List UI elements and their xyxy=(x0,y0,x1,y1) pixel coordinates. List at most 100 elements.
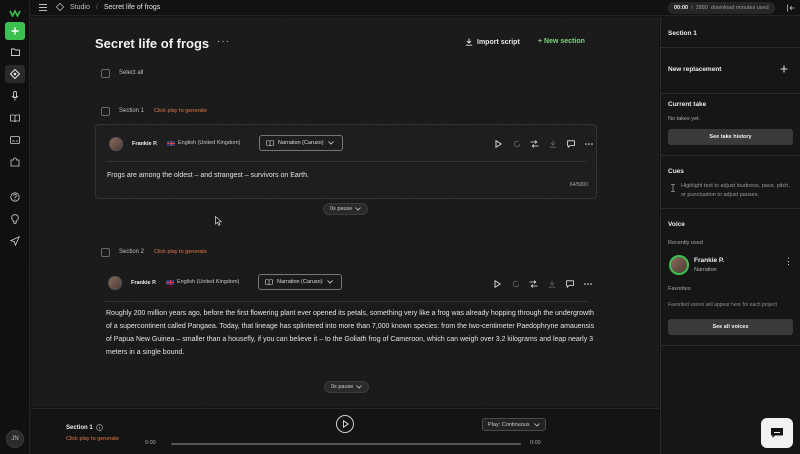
import-script-button[interactable]: Import script xyxy=(465,38,520,46)
import-script-label: Import script xyxy=(477,38,520,46)
download-icon[interactable] xyxy=(547,279,556,288)
uk-flag-icon xyxy=(166,279,174,285)
usage-slash: / xyxy=(691,5,693,11)
section-2-checkbox[interactable] xyxy=(101,248,110,257)
help-icon[interactable] xyxy=(5,188,25,206)
book-icon[interactable] xyxy=(5,109,25,127)
recent-voice-avatar xyxy=(669,255,689,275)
cues-hint: Highlight text to adjust loudness, pace,… xyxy=(681,183,790,198)
collapse-panel-icon[interactable] xyxy=(787,4,795,12)
subtitles-icon[interactable] xyxy=(5,131,25,149)
chevron-down-icon xyxy=(327,141,334,145)
select-all-label: Select all xyxy=(119,70,144,76)
see-take-history-button[interactable]: See take history xyxy=(668,129,793,145)
pause-dropdown[interactable]: 0s pause xyxy=(324,381,370,393)
logo-icon[interactable] xyxy=(5,4,25,22)
section-2-toolbar xyxy=(493,279,592,288)
language-label: English (United Kingdom) xyxy=(178,140,241,146)
pause-label: 0s pause xyxy=(330,206,353,212)
voice-avatar xyxy=(108,276,122,290)
breadcrumb: Studio / Secret life of frogs xyxy=(38,3,160,11)
voice-more-icon[interactable]: ⋮ xyxy=(784,257,793,266)
pause-label: 0s pause xyxy=(331,384,354,390)
studio-icon[interactable] xyxy=(5,65,25,83)
shuffle-icon[interactable] xyxy=(529,279,538,288)
comment-icon[interactable] xyxy=(566,139,575,148)
section-1-label: Section 1 xyxy=(119,108,145,114)
section-1-checkbox[interactable] xyxy=(101,107,110,116)
player-time-start: 0:00 xyxy=(145,440,156,446)
panel-divider xyxy=(661,208,800,209)
model-dropdown[interactable]: Narration (Caruso) xyxy=(258,274,342,290)
model-label: Narration (Caruso) xyxy=(278,140,324,146)
chevron-down-icon xyxy=(326,280,333,284)
play-icon[interactable] xyxy=(493,279,502,288)
text-cursor-icon xyxy=(670,184,676,192)
usage-suffix: download minutes used xyxy=(710,5,769,11)
section-2-card[interactable]: Frankie P. English (United Kingdom) Narr… xyxy=(95,266,597,376)
section-1-text[interactable]: Frogs are among the oldest – and strange… xyxy=(107,169,587,182)
section-1-card[interactable]: Frankie P. English (United Kingdom) Narr… xyxy=(95,124,597,199)
model-dropdown[interactable]: Narration (Caruso) xyxy=(259,135,343,151)
breadcrumb-project: Secret life of frogs xyxy=(103,3,161,11)
language-selector[interactable]: English (United Kingdom) xyxy=(167,140,240,146)
info-icon[interactable] xyxy=(95,424,103,431)
voice-name[interactable]: Frankie P. xyxy=(132,141,158,147)
shuffle-icon[interactable] xyxy=(530,139,539,148)
book-icon xyxy=(265,279,273,285)
player-status: Click play to generate xyxy=(66,436,119,442)
voice-name[interactable]: Frankie P. xyxy=(131,280,157,286)
user-avatar[interactable]: JN xyxy=(6,430,24,448)
player-section: Section 1 xyxy=(66,424,103,431)
cues-heading: Cues xyxy=(668,168,684,175)
folder-icon[interactable] xyxy=(5,43,25,61)
support-chat-button[interactable] xyxy=(761,418,793,448)
create-button[interactable] xyxy=(5,22,25,40)
voice-heading: Voice xyxy=(668,221,685,228)
book-icon xyxy=(266,140,274,146)
section-1-toolbar xyxy=(494,139,593,148)
title-more-icon[interactable]: ··· xyxy=(217,36,230,47)
card-divider xyxy=(106,161,586,162)
puzzle-icon[interactable] xyxy=(5,153,25,171)
player-time-end: 0:00 xyxy=(530,440,541,446)
panel-divider xyxy=(661,93,800,94)
chevron-down-icon xyxy=(534,422,540,427)
breadcrumb-studio[interactable]: Studio xyxy=(70,4,90,11)
lightbulb-icon[interactable] xyxy=(5,210,25,228)
regenerate-icon[interactable] xyxy=(512,139,521,148)
comment-icon[interactable] xyxy=(565,279,574,288)
download-icon[interactable] xyxy=(548,139,557,148)
download-icon xyxy=(465,38,473,46)
more-options-icon[interactable] xyxy=(583,279,592,288)
recently-used-label: Recently used xyxy=(668,240,703,246)
section-2-text[interactable]: Roughly 200 million years ago, before th… xyxy=(106,307,596,359)
section-2-label: Section 2 xyxy=(119,249,145,255)
new-replacement-label: New replacement xyxy=(668,66,722,73)
no-takes-text: No takes yet. xyxy=(668,116,701,122)
regenerate-icon[interactable] xyxy=(511,279,520,288)
send-icon[interactable] xyxy=(5,232,25,250)
usage-badge: 00:00 / 2880 download minutes used xyxy=(668,2,775,14)
see-all-voices-button[interactable]: See all voices xyxy=(668,319,793,335)
language-selector[interactable]: English (United Kingdom) xyxy=(166,279,239,285)
play-icon xyxy=(342,420,349,428)
more-options-icon[interactable] xyxy=(584,139,593,148)
add-replacement-button[interactable] xyxy=(780,65,788,73)
favorites-label: Favorites xyxy=(668,286,691,292)
chat-icon xyxy=(771,428,783,438)
page-title[interactable]: Secret life of frogs xyxy=(95,36,209,51)
panel-divider xyxy=(661,155,800,156)
select-all-checkbox[interactable] xyxy=(101,69,110,78)
character-counter: 64/5000 xyxy=(569,182,588,188)
microphone-icon[interactable] xyxy=(5,87,25,105)
player-play-button[interactable] xyxy=(336,415,354,433)
left-rail xyxy=(0,0,30,454)
player-progress-track[interactable] xyxy=(171,443,521,445)
mouse-cursor-icon xyxy=(215,216,222,226)
new-section-button[interactable]: + New section xyxy=(538,38,585,45)
pause-dropdown[interactable]: 0s pause xyxy=(323,203,369,215)
play-mode-dropdown[interactable]: Play: Continuous xyxy=(482,418,546,431)
usage-used: 00:00 xyxy=(674,5,689,11)
play-icon[interactable] xyxy=(494,139,503,148)
